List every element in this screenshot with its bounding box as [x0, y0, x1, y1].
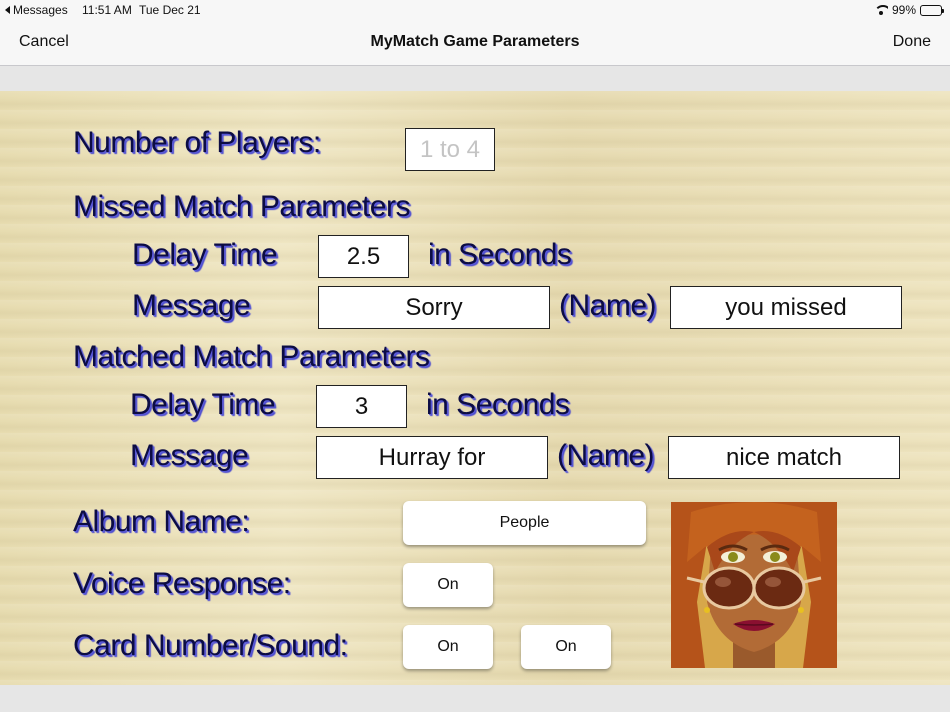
navigation-bar: Cancel MyMatch Game Parameters Done [0, 20, 950, 66]
missed-message-prefix-input[interactable]: Sorry [318, 286, 550, 329]
voice-response-button[interactable]: On [403, 563, 493, 607]
album-label: Album Name: [73, 505, 250, 538]
players-input[interactable]: 1 to 4 [405, 128, 495, 171]
missed-name-label: (Name) [559, 289, 657, 322]
voice-label: Voice Response: [73, 567, 291, 600]
page-title: MyMatch Game Parameters [370, 33, 580, 50]
matched-message-label: Message [130, 439, 249, 472]
missed-message-suffix-input[interactable]: you missed [670, 286, 902, 329]
battery-icon [920, 4, 944, 16]
players-label: Number of Players: [73, 126, 321, 159]
card-sound-button[interactable]: On [521, 625, 611, 669]
status-time: 11:51 AM [82, 3, 132, 17]
players-placeholder: 1 to 4 [419, 135, 481, 163]
album-button[interactable]: People [403, 501, 646, 545]
chevron-left-icon [5, 6, 10, 14]
done-button[interactable]: Done [893, 33, 931, 51]
matched-message-prefix-input[interactable]: Hurray for [316, 436, 548, 479]
wifi-icon [873, 5, 888, 15]
matched-delay-label: Delay Time [130, 388, 276, 421]
missed-delay-label: Delay Time [132, 238, 278, 271]
matched-heading: Matched Match Parameters [73, 340, 430, 373]
status-bar: Messages 11:51 AM Tue Dec 21 99% [0, 0, 950, 20]
card-label: Card Number/Sound: [73, 629, 348, 662]
status-right: 99% [873, 3, 944, 17]
avatar[interactable] [671, 502, 837, 668]
matched-delay-unit: in Seconds [426, 388, 570, 421]
bottom-band [0, 685, 950, 712]
missed-heading: Missed Match Parameters [73, 190, 410, 223]
separator-band [0, 66, 950, 91]
missed-message-label: Message [132, 289, 251, 322]
battery-percent: 99% [891, 3, 916, 17]
matched-delay-input[interactable]: 3 [316, 385, 407, 428]
card-number-button[interactable]: On [403, 625, 493, 669]
missed-delay-unit: in Seconds [428, 238, 572, 271]
matched-name-label: (Name) [557, 439, 655, 472]
missed-delay-input[interactable]: 2.5 [318, 235, 409, 278]
avatar-illustration [671, 502, 837, 668]
status-date: Tue Dec 21 [139, 3, 201, 17]
matched-message-suffix-input[interactable]: nice match [668, 436, 900, 479]
back-to-app[interactable]: Messages [5, 3, 68, 17]
